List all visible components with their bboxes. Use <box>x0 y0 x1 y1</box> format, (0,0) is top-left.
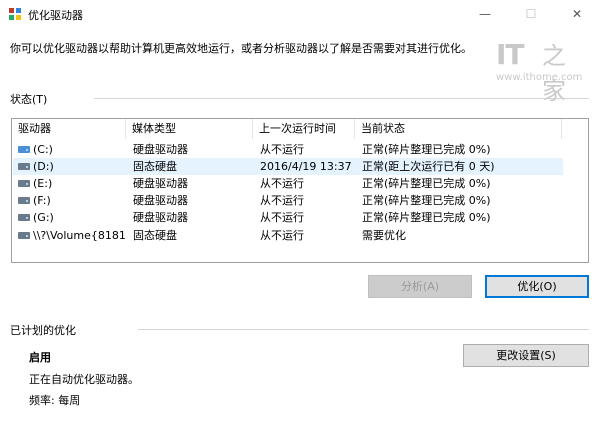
drive-row[interactable]: (C:) 硬盘驱动器 从不运行 正常(碎片整理已完成 0%) <box>13 141 563 158</box>
close-button[interactable]: ✕ <box>554 0 600 28</box>
drive-name: (F:) <box>33 194 51 207</box>
drive-last-run: 从不运行 <box>260 177 304 190</box>
drive-icon <box>18 180 30 187</box>
window-title: 优化驱动器 <box>28 9 83 22</box>
watermark-logo-glyph: 之家 <box>542 42 566 105</box>
drive-status: 正常(距上次运行已有 0 天) <box>362 160 495 173</box>
drive-status: 需要优化 <box>362 229 406 242</box>
watermark-logo: IT <box>496 38 525 71</box>
drive-list[interactable]: 驱动器 媒体类型 上一次运行时间 当前状态 (C:) 硬盘驱动器 从不运行 正常… <box>11 118 589 263</box>
drive-status: 正常(碎片整理已完成 0%) <box>362 177 491 190</box>
drive-row[interactable]: (G:) 硬盘驱动器 从不运行 正常(碎片整理已完成 0%) <box>13 209 563 226</box>
drive-icon <box>18 214 30 221</box>
system-drive-icon <box>18 146 30 153</box>
drive-last-run: 从不运行 <box>260 143 304 156</box>
drive-name: (D:) <box>33 160 54 173</box>
watermark-url: www.ithome.com <box>496 72 583 83</box>
drive-name: (E:) <box>33 177 53 190</box>
drive-media: 硬盘驱动器 <box>133 194 188 207</box>
schedule-state: 启用 <box>29 351 51 364</box>
drive-last-run: 从不运行 <box>260 229 304 242</box>
title-bar: 优化驱动器 — ☐ ✕ <box>0 0 600 28</box>
drive-media: 硬盘驱动器 <box>133 143 188 156</box>
description-text: 你可以优化驱动器以帮助计算机更高效地运行，或者分析驱动器以了解是否需要对其进行优… <box>10 42 472 55</box>
drive-media: 硬盘驱动器 <box>133 211 188 224</box>
drive-last-run: 从不运行 <box>260 211 304 224</box>
drive-row[interactable]: \\?\Volume{8181... 固态硬盘 从不运行 需要优化 <box>13 227 563 244</box>
column-drive[interactable]: 驱动器 <box>12 119 126 139</box>
drive-status: 正常(碎片整理已完成 0%) <box>362 211 491 224</box>
minimize-button[interactable]: — <box>462 0 508 28</box>
drive-icon <box>18 197 30 204</box>
drive-last-run: 从不运行 <box>260 194 304 207</box>
drive-row[interactable]: (E:) 硬盘驱动器 从不运行 正常(碎片整理已完成 0%) <box>13 175 563 192</box>
status-section-divider <box>94 98 589 99</box>
schedule-frequency: 频率: 每周 <box>29 394 81 407</box>
drive-status: 正常(碎片整理已完成 0%) <box>362 194 491 207</box>
drive-icon <box>18 163 30 170</box>
drive-name: (C:) <box>33 143 53 156</box>
maximize-button[interactable]: ☐ <box>508 0 554 28</box>
drive-status: 正常(碎片整理已完成 0%) <box>362 143 491 156</box>
defrag-app-icon <box>9 8 21 20</box>
drive-media: 硬盘驱动器 <box>133 177 188 190</box>
drive-list-header: 驱动器 媒体类型 上一次运行时间 当前状态 <box>12 119 588 139</box>
column-last-run[interactable]: 上一次运行时间 <box>253 119 355 139</box>
drive-name: \\?\Volume{8181... <box>33 229 125 242</box>
drive-row[interactable]: (F:) 硬盘驱动器 从不运行 正常(碎片整理已完成 0%) <box>13 192 563 209</box>
drive-icon <box>18 232 30 239</box>
drive-media: 固态硬盘 <box>133 229 177 242</box>
schedule-section-label: 已计划的优化 <box>10 324 76 337</box>
status-section-label: 状态(T) <box>10 93 48 106</box>
minimize-icon: — <box>479 7 491 21</box>
drive-media: 固态硬盘 <box>133 160 177 173</box>
column-status[interactable]: 当前状态 <box>355 119 562 139</box>
analyze-button[interactable]: 分析(A) <box>368 275 472 298</box>
optimize-button[interactable]: 优化(O) <box>485 275 589 298</box>
drive-row[interactable]: (D:) 固态硬盘 2016/4/19 13:37 正常(距上次运行已有 0 天… <box>13 158 563 175</box>
schedule-detail: 正在自动优化驱动器。 <box>29 373 139 386</box>
column-media-type[interactable]: 媒体类型 <box>126 119 253 139</box>
maximize-icon: ☐ <box>525 7 537 21</box>
drive-name: (G:) <box>33 211 54 224</box>
drive-last-run: 2016/4/19 13:37 <box>260 160 352 173</box>
close-icon: ✕ <box>571 7 583 21</box>
schedule-section-divider <box>138 329 589 330</box>
change-settings-button[interactable]: 更改设置(S) <box>463 344 589 367</box>
